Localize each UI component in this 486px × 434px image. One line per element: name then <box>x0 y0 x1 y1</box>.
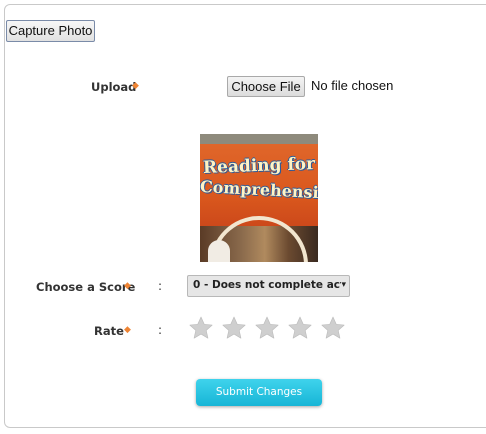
book-figure <box>208 240 230 262</box>
photo-preview: Reading for Comprehension <box>200 134 318 262</box>
dropdown-arrow-icon: ▾ <box>341 280 346 290</box>
book-title-line1: Reading for <box>202 154 316 178</box>
score-selected-value: 0 - Does not complete activit <box>193 279 341 291</box>
score-select[interactable]: 0 - Does not complete activit ▾ <box>187 275 350 297</box>
required-marker: ◆ <box>124 325 131 335</box>
rate-label: Rate <box>94 324 124 338</box>
star-icon[interactable] <box>188 315 214 341</box>
required-marker: ◆ <box>132 81 139 91</box>
colon: : <box>158 279 163 293</box>
star-icon[interactable] <box>221 315 247 341</box>
submit-changes-button[interactable]: Submit Changes <box>196 379 322 406</box>
star-icon[interactable] <box>254 315 280 341</box>
star-icon[interactable] <box>287 315 313 341</box>
photo-top-strip <box>200 134 318 144</box>
upload-label: Upload <box>91 80 137 94</box>
star-icon[interactable] <box>320 315 346 341</box>
required-marker: ◆ <box>124 281 131 291</box>
choose-score-label: Choose a Score <box>36 280 136 294</box>
file-status-text: No file chosen <box>311 78 394 93</box>
choose-file-button[interactable]: Choose File <box>227 76 305 97</box>
capture-photo-button[interactable]: Capture Photo <box>6 20 95 42</box>
colon: : <box>158 323 163 337</box>
